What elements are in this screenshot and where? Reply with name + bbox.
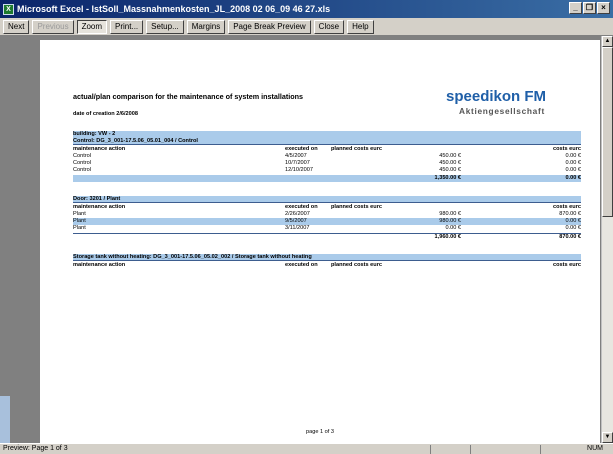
cell-date: 2/26/2007 bbox=[285, 211, 310, 217]
table-row: Control 10/7/2007 450.00 € 0.00 € bbox=[73, 160, 581, 167]
minimize-button[interactable]: _ bbox=[569, 2, 582, 14]
table-row: Plant 2/26/2007 980.00 € 870.00 € bbox=[73, 211, 581, 218]
cell-costs: 0.00 € bbox=[565, 160, 581, 166]
cell-planned: 450.00 € bbox=[439, 160, 461, 166]
margins-button[interactable]: Margins bbox=[186, 19, 226, 34]
report-title: actual/plan comparison for the maintenan… bbox=[73, 92, 304, 101]
print-button[interactable]: Print... bbox=[110, 19, 144, 34]
cell-action: Control bbox=[73, 167, 92, 173]
scroll-up-icon[interactable]: ▲ bbox=[602, 36, 613, 47]
excel-icon: X bbox=[3, 3, 14, 15]
col-planned-costs: planned costs eurc bbox=[331, 204, 382, 210]
col-costs: costs eurc bbox=[553, 146, 581, 152]
table-row: Control 4/5/2007 450.00 € 0.00 € bbox=[73, 153, 581, 160]
total-planned: 1,960.00 € bbox=[434, 234, 461, 240]
cell-date: 3/11/2007 bbox=[285, 225, 310, 231]
table-header: maintenance action executed on planned c… bbox=[73, 146, 581, 153]
col-costs: costs eurc bbox=[553, 204, 581, 210]
page-number: page 1 of 3 bbox=[306, 429, 334, 435]
col-executed-on: executed on bbox=[285, 146, 318, 152]
table-row: Control 12/10/2007 450.00 € 0.00 € bbox=[73, 167, 581, 174]
table-row: Plant 3/11/2007 0.00 € 0.00 € bbox=[73, 225, 581, 232]
cell-action: Control bbox=[73, 160, 92, 166]
zoom-button[interactable]: Zoom bbox=[76, 19, 108, 34]
window-title: Microsoft Excel - IstSoll_Massnahmenkost… bbox=[17, 4, 331, 14]
cell-costs: 0.00 € bbox=[565, 225, 581, 231]
cell-date: 12/10/2007 bbox=[285, 167, 313, 173]
total-costs: 0.00 € bbox=[565, 175, 581, 181]
section-title: Storage tank without heating: DG_3_001-1… bbox=[73, 254, 581, 261]
page-break-preview-button[interactable]: Page Break Preview bbox=[228, 19, 311, 34]
cell-date: 9/5/2007 bbox=[285, 218, 307, 224]
brand-logo: speedikon FM bbox=[446, 88, 547, 105]
next-button[interactable]: Next bbox=[3, 19, 30, 34]
cell-costs: 870.00 € bbox=[559, 211, 581, 217]
brand-subtitle: Aktiengesellschaft bbox=[459, 106, 545, 116]
col-maintenance-action: maintenance action bbox=[73, 262, 126, 268]
previous-button[interactable]: Previous bbox=[32, 19, 74, 34]
close-button[interactable]: Close bbox=[313, 19, 345, 34]
background-fragment bbox=[0, 396, 10, 443]
window-controls: _ ❐ × bbox=[569, 2, 610, 14]
col-maintenance-action: maintenance action bbox=[73, 146, 126, 152]
cell-date: 4/5/2007 bbox=[285, 153, 307, 159]
close-window-button[interactable]: × bbox=[597, 2, 610, 14]
scroll-down-icon[interactable]: ▼ bbox=[602, 432, 613, 443]
table-header: maintenance action executed on planned c… bbox=[73, 204, 581, 211]
building-label: building: VW - 2 bbox=[73, 131, 116, 137]
vertical-scrollbar[interactable]: ▲ ▼ bbox=[601, 36, 613, 443]
help-button[interactable]: Help bbox=[347, 19, 374, 34]
preview-page[interactable]: actual/plan comparison for the maintenan… bbox=[40, 40, 600, 443]
section1-title: Control: DG_3_001-17.5.06_05.01_004 / Co… bbox=[73, 138, 198, 144]
table-header: maintenance action executed on planned c… bbox=[73, 262, 581, 269]
print-preview-toolbar: Next Previous Zoom Print... Setup... Mar… bbox=[0, 18, 613, 36]
preview-area[interactable]: actual/plan comparison for the maintenan… bbox=[0, 36, 601, 443]
section-title: Door: 3201 / Plant bbox=[73, 196, 581, 203]
cell-costs: 0.00 € bbox=[565, 167, 581, 173]
status-bar: Preview: Page 1 of 3 NUM bbox=[0, 443, 613, 454]
status-divider bbox=[470, 445, 471, 454]
scroll-thumb[interactable] bbox=[602, 47, 613, 217]
cell-planned: 450.00 € bbox=[439, 167, 461, 173]
status-divider bbox=[430, 445, 431, 454]
cell-planned: 980.00 € bbox=[439, 211, 461, 217]
section3-title: Storage tank without heating: DG_3_001-1… bbox=[73, 254, 312, 260]
cell-action: Plant bbox=[73, 211, 86, 217]
section-title: Control: DG_3_001-17.5.06_05.01_004 / Co… bbox=[73, 138, 581, 145]
status-text: Preview: Page 1 of 3 bbox=[3, 445, 68, 452]
cell-planned: 980.00 € bbox=[439, 218, 461, 224]
report-date: date of creation 2/6/2008 bbox=[73, 111, 138, 117]
status-divider bbox=[540, 445, 541, 454]
section2-title: Door: 3201 / Plant bbox=[73, 196, 121, 202]
col-executed-on: executed on bbox=[285, 262, 318, 268]
title-bar: X Microsoft Excel - IstSoll_Massnahmenko… bbox=[0, 0, 613, 18]
col-executed-on: executed on bbox=[285, 204, 318, 210]
col-planned-costs: planned costs eurc bbox=[331, 146, 382, 152]
cell-action: Control bbox=[73, 153, 92, 159]
cell-costs: 0.00 € bbox=[565, 153, 581, 159]
num-lock-indicator: NUM bbox=[587, 445, 603, 452]
cell-date: 10/7/2007 bbox=[285, 160, 310, 166]
setup-button[interactable]: Setup... bbox=[146, 19, 184, 34]
col-costs: costs eurc bbox=[553, 262, 581, 268]
cell-costs: 0.00 € bbox=[565, 218, 581, 224]
total-costs: 870.00 € bbox=[559, 234, 581, 240]
table-row: Plant 9/5/2007 980.00 € 0.00 € bbox=[73, 218, 581, 225]
total-row: 1,960.00 € 870.00 € bbox=[73, 234, 581, 241]
building-header: building: VW - 2 bbox=[73, 131, 581, 138]
cell-planned: 0.00 € bbox=[445, 225, 461, 231]
cell-planned: 450.00 € bbox=[439, 153, 461, 159]
total-row: 1,350.00 € 0.00 € bbox=[73, 175, 581, 182]
cell-action: Plant bbox=[73, 225, 86, 231]
restore-button[interactable]: ❐ bbox=[583, 2, 596, 14]
total-planned: 1,350.00 € bbox=[434, 175, 461, 181]
col-planned-costs: planned costs eurc bbox=[331, 262, 382, 268]
col-maintenance-action: maintenance action bbox=[73, 204, 126, 210]
cell-action: Plant bbox=[73, 218, 86, 224]
